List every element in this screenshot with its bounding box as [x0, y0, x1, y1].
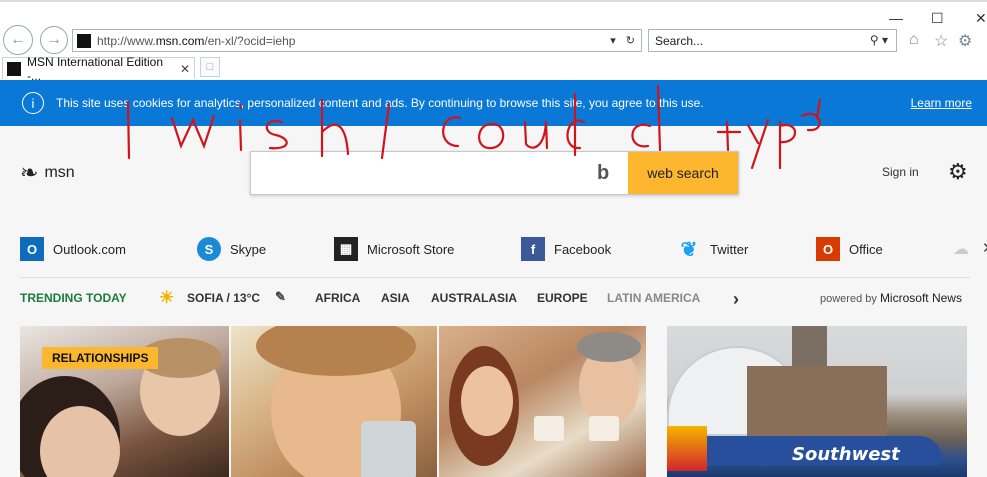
photo-hair — [256, 326, 416, 376]
minimize-button[interactable]: — — [889, 10, 903, 26]
airplane-livery-text: Southwest — [792, 444, 900, 465]
url-prefix: http://www. — [97, 33, 156, 48]
quick-link-outlook[interactable]: O Outlook.com — [20, 237, 126, 261]
store-icon: ▦ — [334, 237, 358, 261]
back-button[interactable]: ← — [3, 25, 33, 55]
trending-category[interactable]: AFRICA — [315, 291, 360, 305]
quick-link-label: Facebook — [554, 241, 612, 257]
info-icon: i — [22, 92, 44, 114]
new-tab-icon: □ — [206, 61, 214, 73]
magnifier-icon[interactable]: ⚲ ▾ — [870, 33, 888, 47]
msn-logo[interactable]: ❧ msn — [20, 160, 75, 186]
powered-by-brand: Microsoft News — [879, 291, 962, 305]
news-card-photo[interactable] — [439, 326, 646, 477]
url-path: /en-xl/?ocid=iehp — [204, 33, 296, 48]
twitter-icon: ❦ — [680, 238, 698, 261]
browser-tab-msn[interactable]: MSN International Edition -... ✕ — [2, 55, 195, 83]
web-search-button-label: web search — [647, 165, 719, 181]
trending-today-label[interactable]: TRENDING TODAY — [20, 291, 127, 305]
msn-logo-text: msn — [44, 164, 75, 181]
back-arrow-icon: ← — [10, 31, 26, 48]
tools-gear-icon[interactable]: ⚙ — [958, 31, 972, 51]
cloud-icon: ☁ — [953, 241, 969, 258]
learn-more-link[interactable]: Learn more — [911, 96, 972, 110]
quick-link-skype[interactable]: S Skype — [197, 237, 266, 261]
quick-link-label: Twitter — [710, 241, 749, 257]
maximize-button[interactable]: ☐ — [931, 10, 944, 27]
chevron-right-icon[interactable]: › — [733, 289, 739, 310]
msn-tab-favicon-icon — [7, 61, 21, 76]
url-domain: msn.com — [155, 33, 205, 48]
cookie-message: This site uses cookies for analytics, pe… — [56, 96, 704, 110]
browser-search-placeholder: Search... — [655, 34, 704, 48]
trending-bar: TRENDING TODAY ☀ SOFIA / 13°C ✎ AFRICA A… — [20, 288, 987, 310]
handwriting-stroke — [716, 120, 742, 152]
bing-logo-icon: b — [597, 162, 610, 184]
news-card-airplane[interactable]: Southwest — [667, 326, 967, 477]
trending-category[interactable]: LATIN AMERICA — [607, 291, 700, 305]
powered-by: powered by Microsoft News — [820, 291, 962, 305]
office-icon: O — [816, 237, 840, 261]
photo-hair — [577, 332, 641, 362]
trending-category[interactable]: AUSTRALASIA — [431, 291, 517, 305]
settings-gear-icon[interactable]: ⚙ — [948, 159, 968, 185]
section-divider — [20, 277, 970, 278]
quick-link-label: Office — [849, 241, 883, 257]
sun-weather-icon: ☀ — [159, 288, 175, 307]
close-window-button[interactable]: ✕ — [975, 10, 987, 27]
favorites-star-icon[interactable]: ☆ — [934, 31, 948, 51]
trending-category[interactable]: ASIA — [381, 291, 410, 305]
new-tab-button[interactable]: □ — [200, 57, 220, 77]
handwriting-stroke — [478, 122, 505, 150]
powered-by-text: powered by — [820, 293, 877, 305]
web-search-box: b web search — [250, 151, 739, 195]
scroll-right-close-icon[interactable]: ✕ — [982, 239, 987, 257]
photo-cup — [534, 416, 564, 441]
edit-pencil-icon[interactable]: ✎ — [275, 289, 286, 305]
browser-chrome: ← → http://www.msn.com/en-xl/?ocid=iehp … — [0, 0, 987, 83]
quick-links-bar: O Outlook.com S Skype ▦ Microsoft Store … — [20, 237, 987, 265]
cookie-banner: i This site uses cookies for analytics, … — [0, 80, 987, 126]
address-url: http://www.msn.com/en-xl/?ocid=iehp — [97, 34, 295, 48]
forward-arrow-icon: → — [46, 31, 62, 48]
skype-icon: S — [197, 237, 221, 261]
outlook-icon: O — [20, 237, 44, 261]
photo-cup — [589, 416, 619, 441]
handwriting-stroke — [778, 120, 796, 170]
browser-search-box[interactable]: Search... ⚲ ▾ — [648, 29, 897, 52]
address-bar[interactable]: http://www.msn.com/en-xl/?ocid=iehp ▾ ↻ — [72, 29, 642, 52]
quick-link-label: Outlook.com — [53, 241, 126, 257]
web-search-button[interactable]: web search — [628, 152, 738, 194]
category-tag[interactable]: RELATIONSHIPS — [42, 347, 159, 369]
close-tab-icon[interactable]: ✕ — [180, 62, 190, 76]
msn-favicon-icon — [77, 33, 91, 48]
sign-in-link[interactable]: Sign in — [882, 165, 919, 179]
photo-face — [461, 366, 513, 436]
dropdown-arrow-icon[interactable]: ▾ — [610, 34, 616, 47]
tab-title: MSN International Edition -... — [26, 54, 164, 83]
photo-phone — [361, 421, 416, 477]
quick-link-label: Skype — [230, 241, 267, 257]
window-top-border — [0, 0, 987, 2]
web-search-input[interactable] — [259, 162, 589, 184]
quick-link-facebook[interactable]: f Facebook — [521, 237, 611, 261]
quick-link-office[interactable]: O Office — [816, 237, 883, 261]
photo-building — [747, 366, 887, 436]
quick-link-twitter[interactable]: ❦ Twitter — [677, 237, 749, 261]
news-card-relationships[interactable]: RELATIONSHIPS — [20, 326, 229, 477]
forward-button[interactable]: → — [40, 26, 68, 54]
news-card-photo[interactable] — [231, 326, 437, 477]
handwriting-stroke — [746, 118, 770, 170]
home-icon[interactable]: ⌂ — [909, 31, 919, 49]
quick-link-label: Microsoft Store — [367, 241, 455, 257]
weather-location[interactable]: SOFIA / 13°C — [187, 291, 260, 305]
msn-butterfly-icon: ❧ — [20, 160, 39, 185]
facebook-icon: f — [521, 237, 545, 261]
trending-category[interactable]: EUROPE — [537, 291, 588, 305]
photo-tail — [667, 426, 707, 471]
quick-link-microsoft-store[interactable]: ▦ Microsoft Store — [334, 237, 454, 261]
refresh-icon[interactable]: ↻ — [626, 34, 635, 47]
